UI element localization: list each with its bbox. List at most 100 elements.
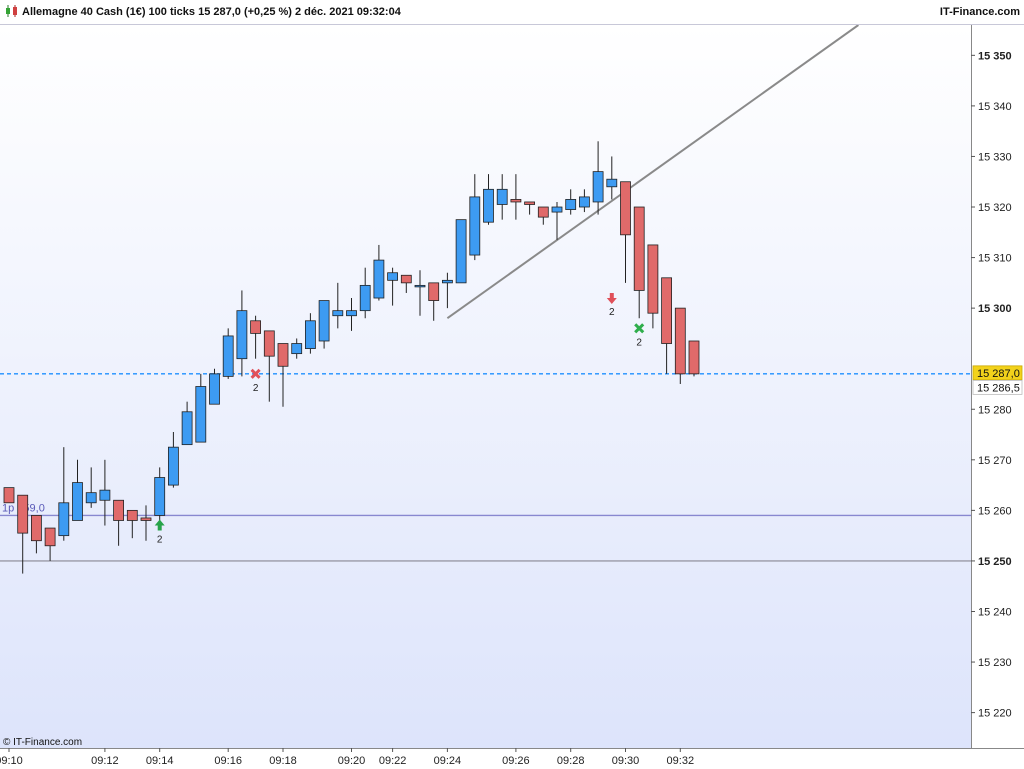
candle — [85, 467, 97, 508]
candle-body — [633, 206, 645, 291]
candle — [373, 244, 385, 301]
candle — [277, 343, 289, 407]
close-cross-marker[interactable]: 2 — [634, 323, 645, 348]
candle — [510, 174, 522, 220]
candle-body — [592, 171, 604, 203]
chart-window: Allemagne 40 Cash (1€) 100 ticks 15 287,… — [0, 0, 1024, 769]
sell-arrow-icon — [606, 293, 617, 305]
candle — [167, 432, 179, 488]
y-tick-label: 15 340 — [978, 101, 1012, 113]
candle-body — [304, 320, 316, 349]
candle — [140, 505, 152, 541]
x-tick-label: 09:24 — [434, 755, 462, 767]
candle — [524, 201, 535, 215]
candle — [483, 174, 494, 225]
price-badge-label: 15 287,0 — [977, 368, 1020, 380]
candle-body — [674, 307, 686, 375]
candle — [579, 189, 590, 213]
y-tick-label: 15 320 — [978, 202, 1012, 214]
candle — [58, 447, 70, 541]
candle — [688, 340, 700, 377]
x-tick-label: 09:28 — [557, 755, 585, 767]
candle-body — [387, 272, 399, 281]
candle — [620, 181, 631, 283]
candle-body — [510, 199, 522, 203]
candle — [661, 277, 672, 374]
candle — [537, 206, 549, 225]
y-tick-label: 15 300 — [978, 303, 1012, 315]
candle-body — [236, 310, 248, 360]
x-tick-label: 09:16 — [214, 755, 242, 767]
candle — [209, 368, 220, 405]
candle — [222, 328, 234, 379]
candle-body — [373, 259, 385, 299]
candle-body — [496, 188, 508, 205]
x-tick-label: 09:20 — [338, 755, 366, 767]
candle — [154, 467, 166, 521]
candle — [250, 315, 262, 359]
candlestick-chart[interactable]: 1p 259,0222215 35015 34015 33015 32015 3… — [0, 0, 1024, 768]
y-tick-label: 15 280 — [978, 404, 1012, 416]
candle — [126, 509, 138, 539]
candle — [674, 307, 686, 384]
y-tick-label: 15 260 — [978, 505, 1012, 517]
candle — [318, 300, 330, 349]
candle-body — [126, 509, 138, 521]
candle-body — [58, 502, 70, 537]
y-tick-label: 15 310 — [978, 253, 1012, 265]
candle-body — [167, 446, 179, 486]
candle — [647, 244, 659, 329]
y-tick-label: 15 230 — [978, 657, 1012, 669]
candle-body — [154, 477, 166, 516]
candle-body — [551, 206, 563, 213]
candle-body — [3, 487, 15, 504]
candle — [291, 338, 303, 359]
candle-body — [620, 181, 631, 236]
buy-arrow-icon — [154, 519, 165, 531]
copyright-label: © IT-Finance.com — [3, 737, 83, 748]
candle-body — [688, 340, 700, 375]
candle — [44, 527, 56, 561]
candle-body — [250, 320, 262, 334]
marker-count: 2 — [157, 535, 163, 546]
candle — [387, 267, 399, 306]
candle-body — [181, 411, 193, 446]
candle-body — [99, 489, 111, 501]
candle-body — [277, 343, 289, 367]
buy-arrow-marker[interactable]: 2 — [154, 519, 165, 546]
candle-body — [30, 515, 42, 542]
candle — [414, 270, 426, 316]
candle — [263, 330, 275, 402]
candle-body — [455, 219, 467, 284]
candle — [3, 487, 15, 504]
x-tick-label: 09:22 — [379, 755, 407, 767]
candle — [113, 499, 124, 546]
candle-body — [579, 196, 590, 208]
candle-body — [72, 482, 83, 521]
candle-body — [524, 201, 535, 205]
candle — [592, 141, 604, 215]
x-tick-label: 09:14 — [146, 755, 174, 767]
candle-body — [661, 277, 672, 344]
plot-layer: 1p 259,02222 — [0, 25, 971, 574]
close-cross-icon — [634, 323, 645, 334]
candle — [195, 373, 207, 443]
x-tick-label: 09:26 — [502, 755, 530, 767]
candle-body — [441, 279, 453, 284]
y-tick-label: 15 220 — [978, 708, 1012, 720]
sell-arrow-marker[interactable]: 2 — [606, 293, 617, 318]
candle — [400, 274, 412, 293]
candle — [551, 201, 563, 240]
candle-body — [346, 310, 357, 317]
candle-body — [400, 274, 412, 284]
candle — [469, 174, 481, 261]
x-tick-label: 09:12 — [91, 755, 119, 767]
candle-body — [209, 373, 220, 405]
candle-body — [647, 244, 659, 314]
candle-body — [565, 199, 577, 210]
candle-body — [140, 517, 152, 521]
candle — [565, 189, 577, 215]
candle — [633, 206, 645, 319]
y-tick-label: 15 350 — [978, 50, 1012, 62]
candle-body — [469, 196, 481, 256]
